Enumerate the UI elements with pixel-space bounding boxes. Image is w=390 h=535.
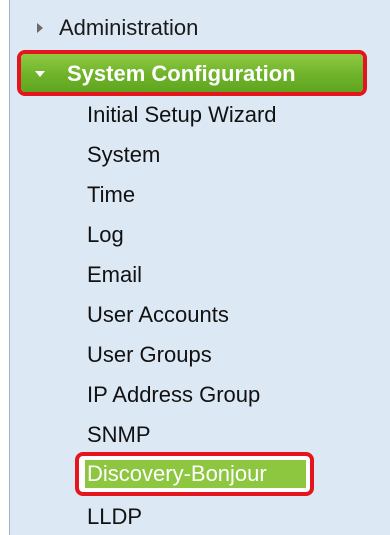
navigation-panel: Administration System Configuration Init… bbox=[0, 0, 390, 535]
submenu-item-email[interactable]: Email bbox=[87, 258, 142, 292]
menu-item-administration[interactable]: Administration bbox=[10, 9, 390, 47]
menu-item-system-configuration[interactable]: System Configuration bbox=[17, 50, 367, 96]
submenu-item-user-accounts[interactable]: User Accounts bbox=[87, 298, 229, 332]
submenu-item-discovery-bonjour-label: Discovery-Bonjour bbox=[87, 461, 267, 486]
submenu-item-log[interactable]: Log bbox=[87, 218, 124, 252]
submenu-item-system[interactable]: System bbox=[87, 138, 160, 172]
submenu-item-user-groups[interactable]: User Groups bbox=[87, 338, 212, 372]
submenu-item-lldp[interactable]: LLDP bbox=[87, 500, 142, 534]
submenu-item-snmp[interactable]: SNMP bbox=[87, 418, 151, 452]
submenu-item-time[interactable]: Time bbox=[87, 178, 135, 212]
panel-left-border bbox=[9, 0, 10, 535]
expanded-arrow-icon bbox=[35, 71, 45, 77]
collapsed-arrow-icon bbox=[37, 23, 43, 33]
submenu-item-ip-address-group[interactable]: IP Address Group bbox=[87, 378, 260, 412]
menu-item-system-configuration-label: System Configuration bbox=[67, 61, 296, 86]
submenu-item-discovery-bonjour[interactable]: Discovery-Bonjour bbox=[75, 452, 314, 496]
submenu-item-initial-setup-wizard[interactable]: Initial Setup Wizard bbox=[87, 98, 277, 132]
menu-item-administration-label: Administration bbox=[59, 15, 199, 40]
